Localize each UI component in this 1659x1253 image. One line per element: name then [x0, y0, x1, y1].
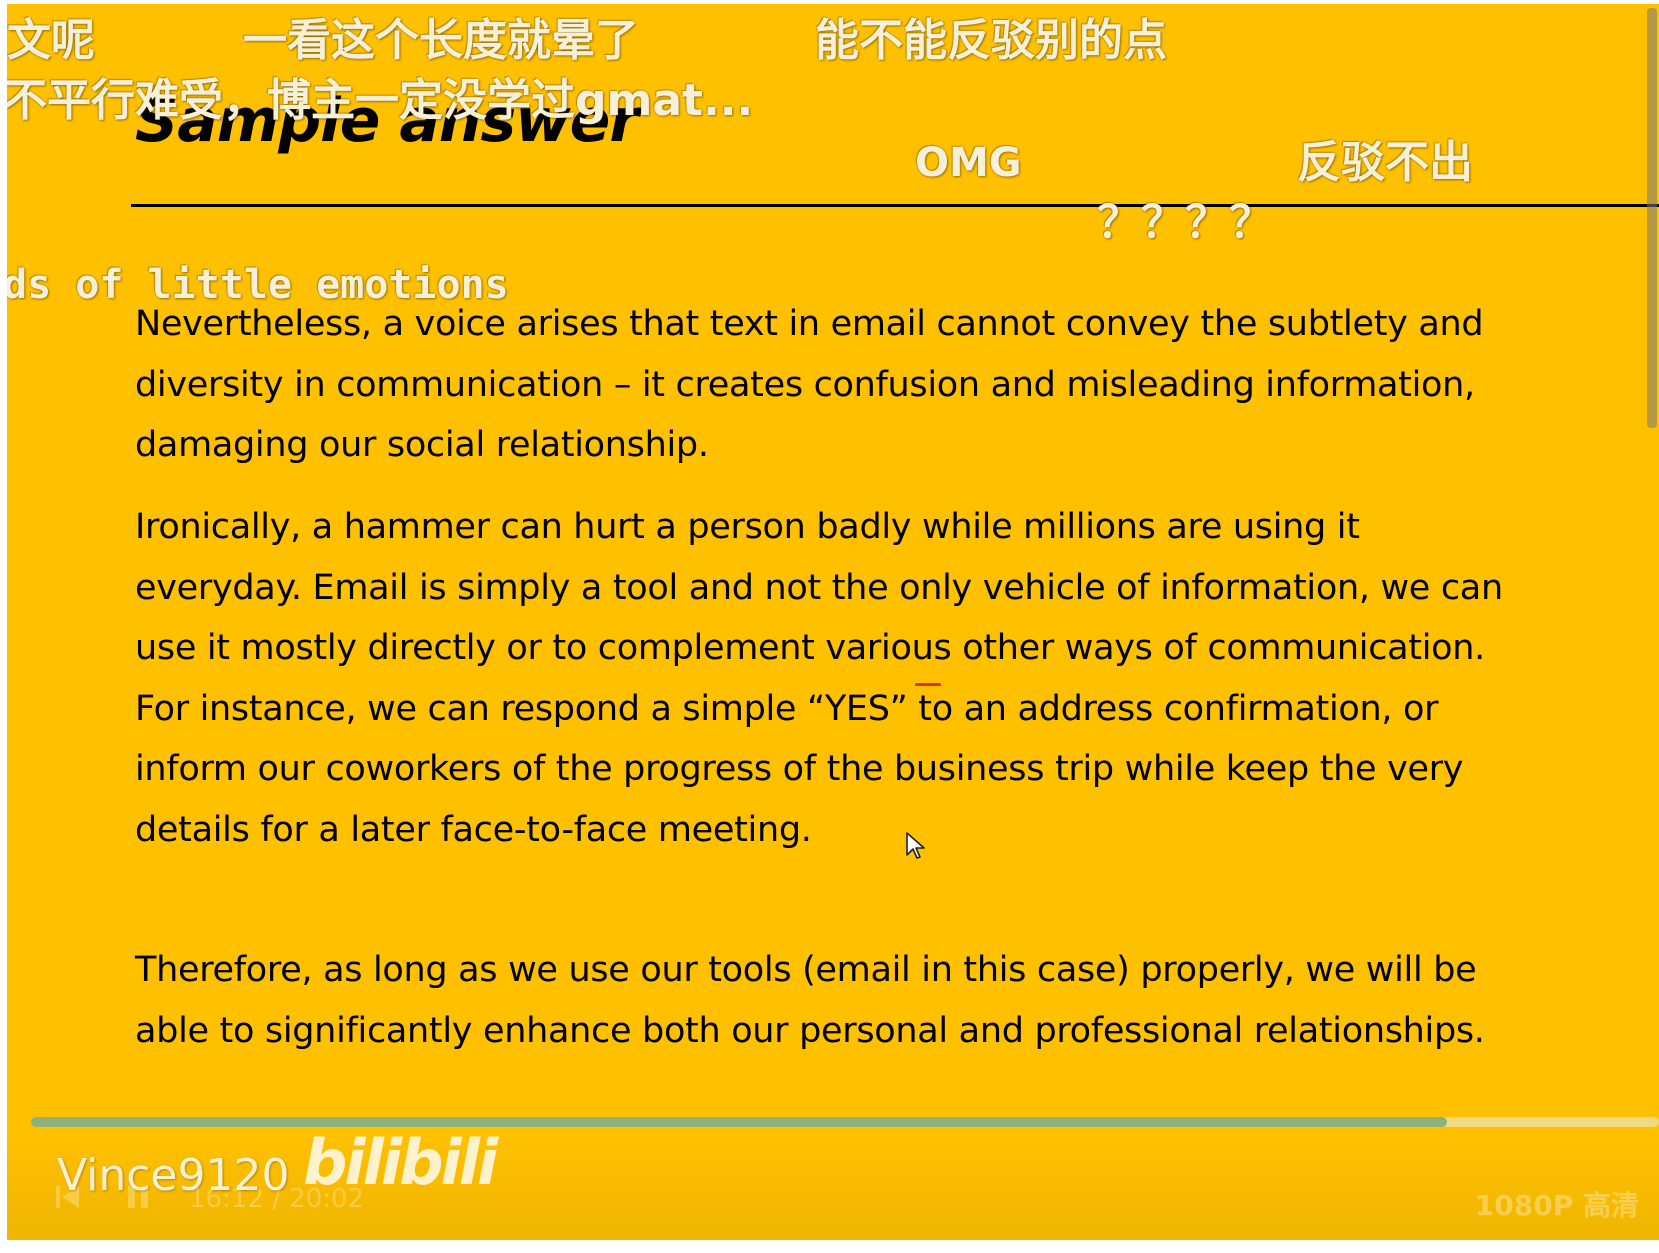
video-frame[interactable]: Sample answer Nevertheless, a voice aris…: [7, 4, 1659, 1240]
danmaku-comment: ds of little emotions: [7, 262, 509, 308]
danmaku-comment: 一看这个长度就晕了: [243, 15, 639, 66]
danmaku-comment: 不平行难受，博主一定没学过gmat...: [7, 75, 754, 126]
danmaku-comment: ？？？？: [1097, 197, 1273, 248]
danmaku-comment: 反驳不出: [1297, 137, 1473, 188]
danmaku-comment: OMG: [915, 140, 1022, 186]
progress-bar-fill: [31, 1117, 1448, 1127]
mouse-pointer-icon: [905, 831, 927, 865]
danmaku-comment: 能不能反驳别的点: [815, 15, 1167, 66]
scrollbar-thumb[interactable]: [1647, 8, 1657, 428]
uploader-watermark: Vince9120: [57, 1150, 290, 1201]
slide-paragraph-2: Ironically, a hammer can hurt a person b…: [135, 507, 1503, 850]
danmaku-comment: 文呢: [7, 15, 95, 66]
title-divider: [131, 204, 1659, 207]
quality-selector[interactable]: 1080P 高清: [1475, 1184, 1639, 1224]
progress-bar[interactable]: [31, 1117, 1659, 1127]
slide-paragraph-1: Nevertheless, a voice arises that text i…: [135, 304, 1484, 465]
bilibili-logo: bilibili: [303, 1126, 498, 1199]
slide-paragraph-3: Therefore, as long as we use our tools (…: [135, 950, 1485, 1051]
red-annotation-mark: [915, 683, 941, 686]
